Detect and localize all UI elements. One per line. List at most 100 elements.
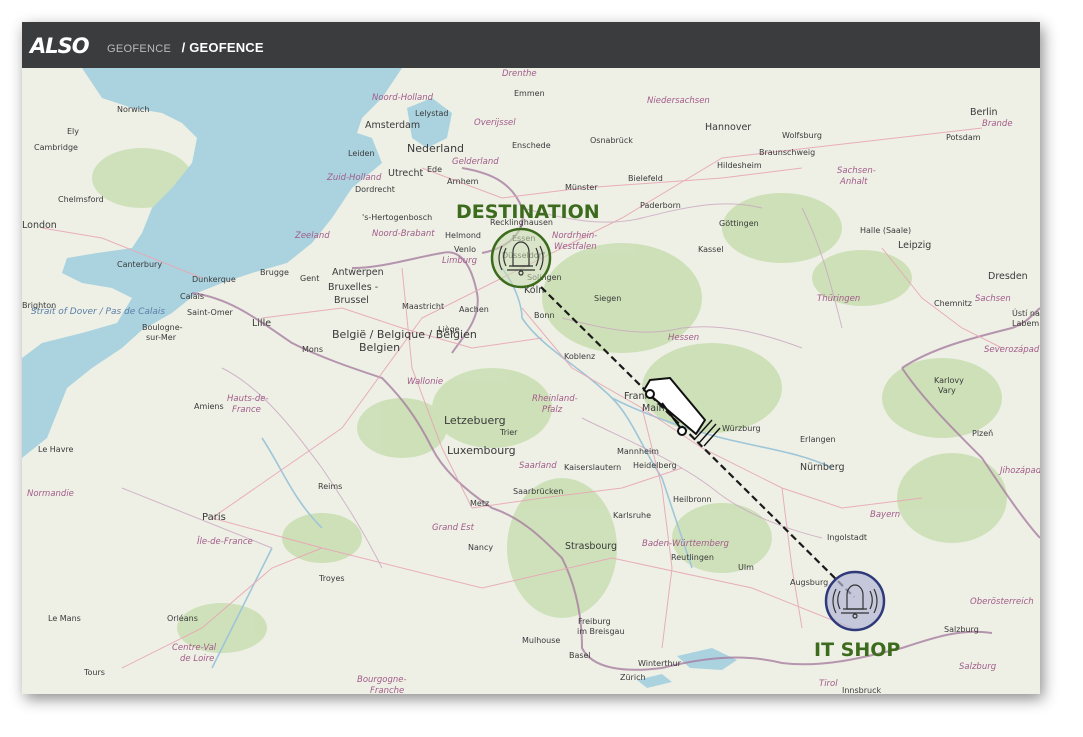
breadcrumb-parent[interactable]: GEOFENCE (107, 43, 171, 55)
svg-text:Utrecht: Utrecht (388, 168, 423, 179)
country-label: Letzebuerg (444, 414, 506, 427)
svg-text:Lille: Lille (252, 318, 271, 329)
country-label: Nederland (407, 142, 464, 155)
region-label: France (232, 405, 261, 415)
top-bar: ALSO GEOFENCE / GEOFENCE (22, 22, 1040, 68)
region-label: Baden-Württemberg (642, 539, 730, 549)
svg-text:Braunschweig: Braunschweig (759, 148, 815, 157)
svg-text:Ede: Ede (427, 165, 442, 174)
svg-text:Enschede: Enschede (512, 141, 551, 150)
svg-text:Würzburg: Würzburg (722, 424, 761, 433)
region-label: Limburg (442, 256, 478, 266)
region-label: Bourgogne- (357, 675, 407, 685)
destination-label: DESTINATION (456, 201, 600, 223)
svg-text:Basel: Basel (569, 651, 591, 660)
destination-marker[interactable] (490, 227, 552, 289)
svg-text:Karlovy: Karlovy (934, 376, 964, 385)
region-label: Bayern (870, 510, 900, 520)
svg-text:Saint-Omer: Saint-Omer (187, 308, 234, 317)
svg-text:Chelmsford: Chelmsford (58, 195, 104, 204)
svg-text:Labem: Labem (1012, 319, 1039, 328)
svg-text:Emmen: Emmen (514, 89, 545, 98)
svg-text:Ulm: Ulm (738, 563, 754, 572)
svg-text:Augsburg: Augsburg (790, 578, 828, 587)
svg-text:Lelystad: Lelystad (415, 109, 448, 118)
svg-text:Berlin: Berlin (970, 107, 998, 118)
svg-text:Ústí nad: Ústí nad (1012, 307, 1040, 318)
region-label: Anhalt (839, 177, 868, 187)
region-label: Tirol (819, 679, 838, 689)
svg-text:Bruxelles -: Bruxelles - (328, 282, 378, 293)
svg-text:Winterthur: Winterthur (638, 659, 682, 668)
svg-text:Troyes: Troyes (318, 574, 345, 583)
svg-text:Le Havre: Le Havre (38, 445, 74, 454)
svg-text:Heidelberg: Heidelberg (633, 461, 677, 470)
svg-text:Koblenz: Koblenz (564, 352, 595, 361)
svg-text:Le Mans: Le Mans (48, 614, 81, 623)
svg-text:Hildesheim: Hildesheim (717, 161, 762, 170)
svg-text:Nürnberg: Nürnberg (800, 462, 845, 473)
region-label: Hessen (668, 333, 699, 343)
svg-text:Innsbruck: Innsbruck (842, 686, 882, 694)
svg-text:Cambridge: Cambridge (34, 143, 78, 152)
svg-text:Aachen: Aachen (459, 305, 489, 314)
svg-text:Brussel: Brussel (334, 295, 369, 306)
region-label: Saarland (519, 461, 557, 471)
brand-logo[interactable]: ALSO (30, 34, 90, 58)
svg-text:Mons: Mons (302, 345, 323, 354)
region-label: Zeeland (294, 231, 330, 241)
region-label: Normandie (27, 489, 74, 499)
svg-text:Norwich: Norwich (117, 105, 149, 114)
region-label: Drenthe (502, 69, 537, 79)
svg-text:Heilbronn: Heilbronn (673, 495, 712, 504)
map-canvas[interactable]: Strait of Dover / Pas de Calais Noord-Ho… (22, 68, 1040, 694)
svg-text:Venlo: Venlo (454, 245, 476, 254)
svg-text:Amiens: Amiens (194, 402, 224, 411)
region-label: Oberösterreich (970, 597, 1034, 607)
svg-text:Mulhouse: Mulhouse (522, 636, 560, 645)
svg-text:Orléans: Orléans (167, 613, 198, 623)
svg-text:Brighton: Brighton (22, 301, 56, 310)
svg-text:sur-Mer: sur-Mer (146, 333, 177, 342)
app-window: ALSO GEOFENCE / GEOFENCE Strait of Dover… (22, 22, 1040, 694)
svg-text:Karlsruhe: Karlsruhe (613, 511, 651, 520)
map-view[interactable]: Strait of Dover / Pas de Calais Noord-Ho… (22, 68, 1040, 694)
region-label: Wallonie (407, 377, 443, 387)
svg-text:Tours: Tours (83, 668, 105, 677)
region-label: Grand Est (432, 523, 475, 533)
region-label: Franche (370, 686, 404, 694)
svg-text:im Breisgau: im Breisgau (577, 627, 625, 636)
svg-text:Kassel: Kassel (698, 245, 724, 254)
it-shop-marker[interactable] (824, 570, 886, 632)
svg-text:Dresden: Dresden (988, 271, 1028, 282)
region-label: Sachsen- (837, 166, 876, 176)
region-label: Sachsen (975, 294, 1011, 304)
country-label: Luxembourg (447, 444, 516, 457)
svg-text:Mannheim: Mannheim (617, 447, 659, 456)
svg-text:Paderborn: Paderborn (640, 201, 681, 210)
svg-text:Metz: Metz (470, 499, 489, 508)
region-label: Nordrhein- (552, 231, 597, 241)
svg-text:Trier: Trier (499, 428, 518, 437)
svg-text:Erlangen: Erlangen (800, 435, 836, 444)
svg-text:Calais: Calais (180, 292, 204, 301)
svg-text:Potsdam: Potsdam (946, 133, 981, 142)
svg-text:Freiburg: Freiburg (578, 617, 611, 626)
svg-text:'s-Hertogenbosch: 's-Hertogenbosch (362, 213, 432, 222)
svg-text:Gent: Gent (300, 274, 319, 283)
svg-text:Osnabrück: Osnabrück (590, 136, 633, 145)
svg-text:Reutlingen: Reutlingen (671, 553, 714, 562)
svg-text:Maastricht: Maastricht (402, 302, 444, 311)
svg-text:Bielefeld: Bielefeld (628, 174, 663, 183)
svg-text:Boulogne-: Boulogne- (142, 323, 183, 332)
region-label: Severozápad (984, 345, 1040, 355)
svg-text:Vary: Vary (938, 386, 956, 395)
region-label: Centre-Val (172, 643, 217, 653)
region-label: Thüringen (817, 294, 860, 304)
svg-text:Paris: Paris (202, 512, 226, 523)
region-label: Noord-Holland (372, 93, 434, 103)
svg-text:Salzburg: Salzburg (944, 625, 979, 634)
region-label: Rheinland- (532, 394, 578, 404)
svg-text:Nancy: Nancy (468, 543, 493, 552)
breadcrumb-current: / GEOFENCE (181, 40, 264, 55)
